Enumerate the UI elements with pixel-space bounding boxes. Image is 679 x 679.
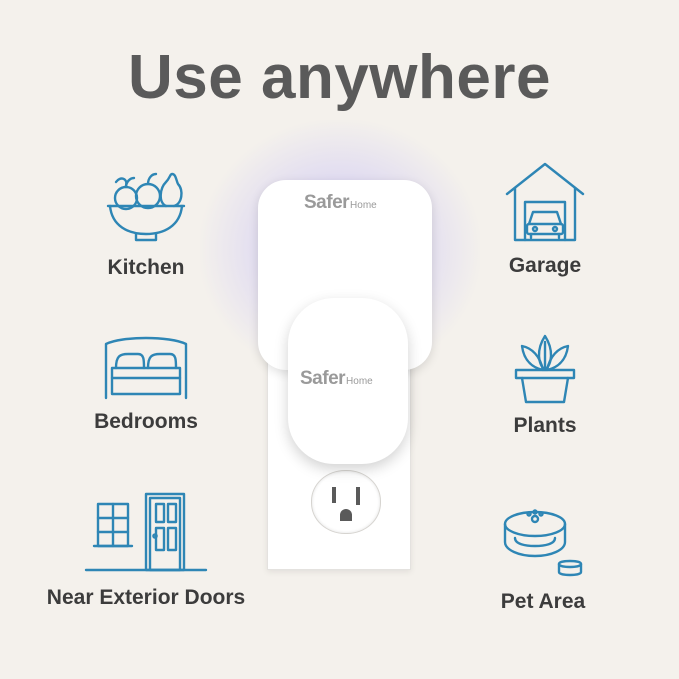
feature-plants: Plants [470,332,620,438]
feature-exterior-doors: Near Exterior Doors [16,488,276,610]
logo-sub-text: Home [346,376,373,387]
feature-label: Kitchen [107,256,185,279]
device-lower-logo: SaferHome [300,368,373,390]
outlet-slot-right [356,487,360,505]
pet-bed-icon [503,509,583,577]
bed-icon [104,336,188,400]
door-window-icon [84,492,208,572]
feature-garage: Garage [470,160,620,278]
device-upper-logo: SaferHome [304,192,377,214]
potted-plant-icon [514,334,576,404]
device-lower-unit: SaferHome [288,298,408,464]
logo-brand-text: Safer [300,368,346,389]
outlet-ground-hole [340,509,352,521]
feature-label: Pet Area [500,590,586,613]
outlet-slot-left [332,487,336,503]
electrical-outlet [311,449,381,534]
feature-kitchen: Kitchen [72,166,220,280]
feature-label: Near Exterior Doors [46,586,246,609]
headline: Use anywhere [128,43,551,112]
feature-label: Garage [508,254,582,277]
feature-label: Bedrooms [94,410,198,433]
feature-bedrooms: Bedrooms [72,334,220,434]
logo-brand-text: Safer [304,192,350,213]
logo-sub-text: Home [350,200,377,211]
feature-label: Plants [513,414,577,437]
garage-icon [505,162,585,242]
feature-pet-area: Pet Area [468,504,618,614]
fruit-bowl-icon [106,172,186,242]
